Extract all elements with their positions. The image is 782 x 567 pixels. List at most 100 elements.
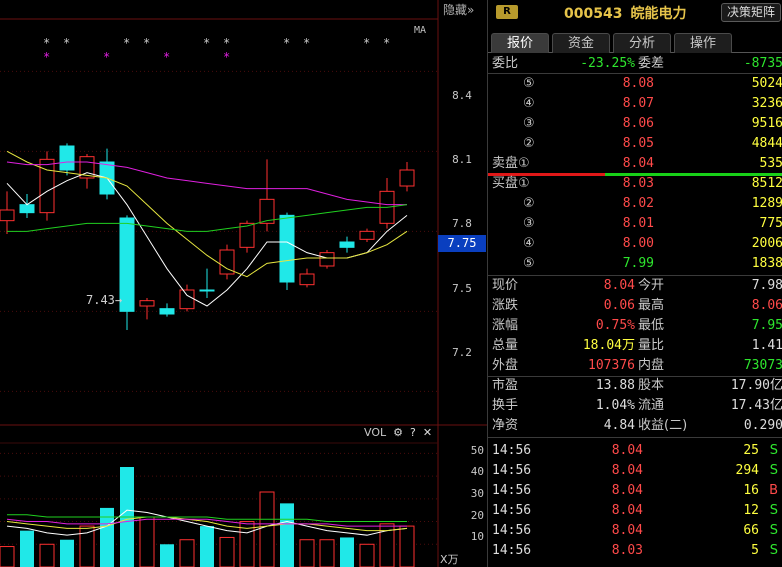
stat-label: 内盘: [638, 358, 665, 373]
decision-matrix-button[interactable]: 决策矩阵: [721, 3, 781, 22]
tick-volume: 294: [735, 463, 759, 478]
tick-row[interactable]: 14:56 8.04 12 S: [488, 501, 782, 521]
sell-level-row[interactable]: ③ 8.06 9516: [488, 114, 782, 134]
candle-body: [339, 241, 355, 248]
quote-header: R 000543 皖能电力 决策矩阵: [488, 0, 782, 25]
buy-level-row[interactable]: ⑤ 7.99 1838: [488, 254, 782, 274]
tick-price: 8.04: [611, 503, 643, 518]
sell-price: 8.05: [622, 136, 654, 151]
tick-row[interactable]: 14:56 8.03 5 S: [488, 541, 782, 561]
sell-level-row[interactable]: 卖盘① 8.04 535: [488, 154, 782, 174]
volume-unit-label: X万: [440, 553, 459, 566]
stat-label: 总量: [492, 338, 519, 353]
tick-volume: 16: [743, 483, 759, 498]
buy-volume: 1838: [751, 256, 782, 271]
tab-quote[interactable]: 报价: [491, 33, 549, 53]
sell-level-label: ④: [523, 96, 535, 111]
tick-side: S: [769, 523, 778, 538]
signal-star: *: [43, 36, 50, 50]
buy-level-row[interactable]: ④ 8.00 2006: [488, 234, 782, 254]
signal-star-magenta: *: [163, 50, 170, 64]
signal-star: *: [203, 36, 210, 50]
sell-level-row[interactable]: ④ 8.07 3236: [488, 94, 782, 114]
tick-row[interactable]: 14:56 8.04 16 B: [488, 481, 782, 501]
tick-time: 14:56: [492, 463, 532, 478]
wei-cha-label: 委差: [638, 56, 665, 71]
price-tick: 7.8: [452, 217, 472, 230]
wei-bi-label: 委比: [492, 56, 519, 71]
candle-body: [0, 209, 15, 222]
tab-funds[interactable]: 资金: [552, 33, 610, 53]
volume-label[interactable]: VOL: [364, 426, 386, 439]
candle-body: [359, 230, 375, 240]
price-tick: 7.5: [452, 282, 472, 295]
fundamental-row: 市盈 13.88 股本 17.90亿: [488, 376, 782, 396]
sell-level-row[interactable]: ② 8.05 4844: [488, 134, 782, 154]
sell-price: 8.04: [622, 156, 654, 171]
tick-row[interactable]: 14:56 8.04 25 S: [488, 441, 782, 461]
kline-chart-svg[interactable]: * * * * * * * * * ** * * *: [0, 0, 487, 567]
sell-volume: 535: [759, 156, 782, 171]
low-price-marker: 7.43→: [86, 293, 123, 307]
sell-level-row[interactable]: ⑤ 8.08 5024: [488, 74, 782, 94]
volume-bar: [340, 537, 354, 567]
price-tick: 8.4: [452, 89, 472, 102]
candle-body: [59, 145, 75, 171]
tab-analysis[interactable]: 分析: [613, 33, 671, 53]
close-icon[interactable]: ✕: [423, 426, 432, 439]
fundamental-label: 流通: [638, 398, 665, 413]
tick-side: S: [769, 503, 778, 518]
hide-panel-button[interactable]: 隐藏»: [443, 1, 474, 18]
volume-bar: [20, 530, 34, 567]
tick-volume: 66: [743, 523, 759, 538]
fundamental-row: 换手 1.04% 流通 17.43亿: [488, 396, 782, 416]
signal-star: *: [123, 36, 130, 50]
tick-time: 14:56: [492, 543, 532, 558]
tick-row[interactable]: 14:56 8.04 294 S: [488, 461, 782, 481]
stat-label: 现价: [492, 278, 519, 293]
volume-bar: [219, 536, 235, 567]
volume-bar: [160, 544, 174, 567]
double-chevron-right-icon: »: [467, 3, 475, 17]
sell-volume: 4844: [751, 136, 782, 151]
signal-star: *: [283, 36, 290, 50]
tick-row[interactable]: 14:56 8.04 66 S: [488, 521, 782, 541]
volume-bar: [319, 539, 335, 567]
help-icon[interactable]: ?: [410, 426, 416, 439]
fundamental-value: 0.290: [743, 418, 782, 433]
volume-bar: [79, 525, 95, 567]
candle-body: [199, 289, 215, 292]
buy-price: 8.03: [622, 176, 654, 191]
sell-price: 8.06: [622, 116, 654, 131]
volume-tick: 30: [470, 487, 484, 500]
tick-price: 8.04: [611, 463, 643, 478]
buy-level-row[interactable]: ② 8.02 1289: [488, 194, 782, 214]
buy-level-row[interactable]: 买盘① 8.03 8512: [488, 174, 782, 194]
stat-label: 涨幅: [492, 318, 519, 333]
kline-chart-area[interactable]: * * * * * * * * * * * * * * 隐藏» MA 8.4 8.1 7.8 7.5 7.…: [0, 0, 487, 567]
tick-price: 8.04: [611, 483, 643, 498]
ma-label: MA: [414, 25, 427, 36]
candle-body: [299, 273, 315, 286]
buy-level-row[interactable]: ③ 8.01 775: [488, 214, 782, 234]
volume-tick: 20: [470, 509, 484, 522]
sell-volume: 5024: [751, 76, 782, 91]
tick-volume: 25: [743, 443, 759, 458]
signal-star-magenta: *: [223, 50, 230, 64]
volume-bar: [259, 491, 275, 567]
buy-price: 8.02: [622, 196, 654, 211]
stat-value: 0.06: [603, 298, 635, 313]
volume-bar: [179, 539, 195, 567]
tick-volume: 5: [751, 543, 759, 558]
candle-body: [319, 252, 335, 267]
gear-icon[interactable]: ⚙: [393, 426, 403, 439]
tick-price: 8.04: [611, 443, 643, 458]
volume-toolbar: VOL ⚙ ? ✕: [364, 426, 432, 439]
tick-side: B: [769, 483, 778, 498]
tab-operation[interactable]: 操作: [674, 33, 732, 53]
signal-star: *: [143, 36, 150, 50]
tick-time: 14:56: [492, 483, 532, 498]
fundamental-label: 市盈: [492, 378, 519, 393]
stock-name: 皖能电力: [630, 6, 687, 22]
candle-body: [159, 308, 175, 315]
